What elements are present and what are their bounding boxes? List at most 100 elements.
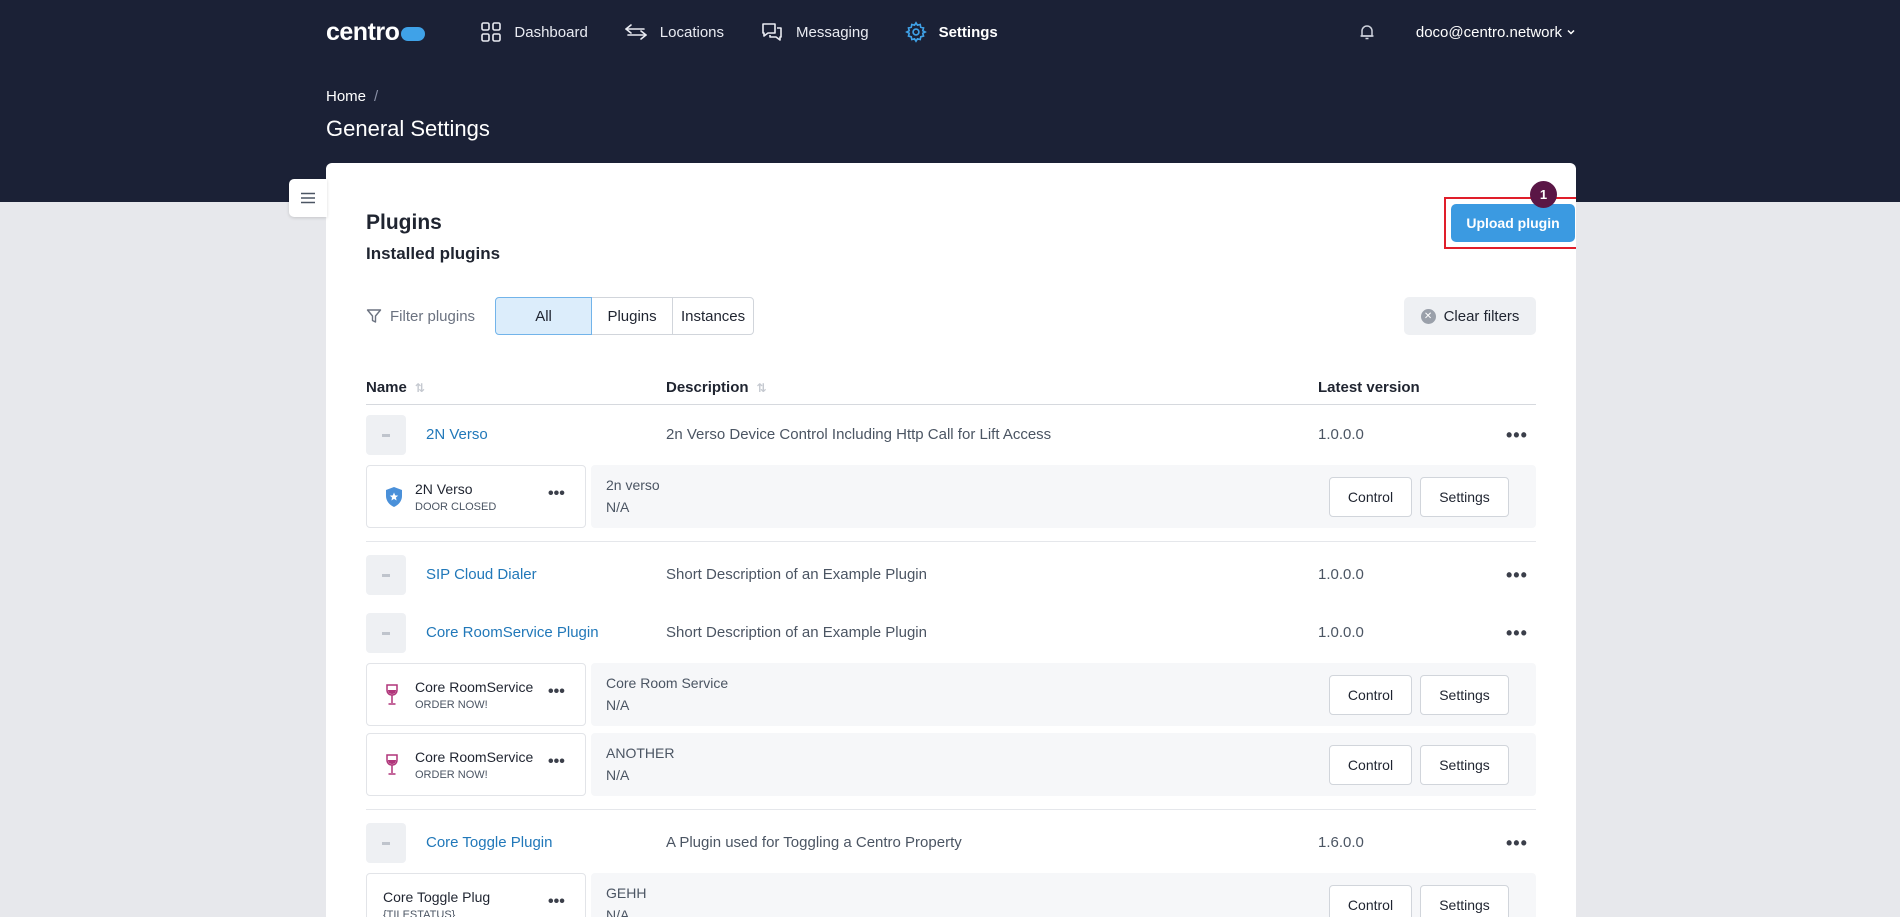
plugin-version: 1.0.0.0	[1318, 624, 1364, 641]
hamburger-menu-icon	[301, 192, 315, 204]
plugins-card: Plugins Installed plugins Upload plugin …	[326, 163, 1576, 917]
top-nav: centro Dashboard Locations Messaging Set…	[326, 0, 1576, 64]
control-button[interactable]: Control	[1329, 745, 1412, 785]
step-badge: 1	[1530, 181, 1557, 208]
filter-plugins[interactable]: Plugins	[591, 297, 674, 335]
clear-filters-button[interactable]: ✕ Clear filters	[1404, 297, 1536, 335]
divider	[366, 809, 1536, 810]
more-options-icon[interactable]: •••	[548, 753, 565, 771]
logo-pill-icon	[401, 26, 426, 41]
instance-details: Core Room Service N/A Control Settings	[591, 663, 1536, 726]
more-options-icon[interactable]: •••	[1506, 565, 1528, 586]
instance-card[interactable]: 2N Verso DOOR CLOSED •••	[366, 465, 586, 528]
settings-button[interactable]: Settings	[1420, 885, 1509, 917]
settings-button[interactable]: Settings	[1420, 477, 1509, 517]
more-options-icon[interactable]: •••	[548, 893, 565, 911]
instance-line1: 2n verso	[606, 477, 660, 493]
column-name-label: Name	[366, 379, 407, 396]
breadcrumb-separator: /	[374, 88, 379, 105]
instance-card[interactable]: Core RoomService ORDER NOW! •••	[366, 663, 586, 726]
instance-row: Core Toggle Plug {TILESTATUS} ••• GEHH N…	[366, 873, 1536, 917]
control-button[interactable]: Control	[1329, 885, 1412, 917]
nav-item-dashboard[interactable]: Dashboard	[480, 21, 588, 43]
more-options-icon[interactable]: •••	[548, 683, 565, 701]
table-row: 2N Verso 2n Verso Device Control Includi…	[366, 415, 1536, 455]
instance-row: Core RoomService ORDER NOW! ••• Core Roo…	[366, 663, 1536, 726]
column-description-label: Description	[666, 379, 749, 396]
settings-button[interactable]: Settings	[1420, 745, 1509, 785]
instance-line1: Core Room Service	[606, 675, 729, 691]
logo-text: centro	[326, 17, 400, 46]
plugin-version: 1.0.0.0	[1318, 426, 1364, 443]
upload-highlight: Upload plugin	[1444, 197, 1576, 249]
arrows-exchange-icon	[624, 24, 647, 40]
wine-glass-icon	[386, 684, 398, 705]
control-button[interactable]: Control	[1329, 675, 1412, 715]
instance-line2: N/A	[606, 499, 630, 515]
filter-all[interactable]: All	[495, 297, 593, 335]
plugin-version: 1.6.0.0	[1318, 834, 1364, 851]
page-title: General Settings	[326, 116, 490, 141]
column-name[interactable]: Name ⇅	[366, 379, 425, 396]
breadcrumb: Home /	[326, 88, 378, 105]
instance-card[interactable]: Core RoomService ORDER NOW! •••	[366, 733, 586, 796]
plugin-name-link[interactable]: Core RoomService Plugin	[426, 624, 599, 641]
plugin-description: Short Description of an Example Plugin	[666, 624, 927, 641]
plugin-name-link[interactable]: 2N Verso	[426, 426, 488, 443]
breadcrumb-home[interactable]: Home	[326, 88, 366, 105]
plugin-placeholder-icon	[366, 823, 406, 863]
divider	[366, 541, 1536, 542]
table-row: SIP Cloud Dialer Short Description of an…	[366, 555, 1536, 595]
centro-logo[interactable]: centro	[326, 17, 426, 47]
more-options-icon[interactable]: •••	[1506, 425, 1528, 446]
control-button[interactable]: Control	[1329, 477, 1412, 517]
bell-icon[interactable]	[1358, 23, 1376, 41]
instance-status: ORDER NOW!	[415, 769, 488, 781]
filter-row: Filter plugins All Plugins Instances ✕ C…	[366, 297, 1536, 335]
plugin-description: Short Description of an Example Plugin	[666, 566, 927, 583]
more-options-icon[interactable]: •••	[1506, 623, 1528, 644]
instance-line2: N/A	[606, 907, 630, 917]
plugin-name-link[interactable]: SIP Cloud Dialer	[426, 566, 537, 583]
sort-icon: ⇅	[414, 380, 425, 395]
clear-x-icon: ✕	[1420, 308, 1436, 324]
plugin-name-link[interactable]: Core Toggle Plugin	[426, 834, 552, 851]
user-menu[interactable]: doco@centro.network	[1416, 24, 1576, 41]
instance-line2: N/A	[606, 767, 630, 783]
more-options-icon[interactable]: •••	[1506, 833, 1528, 854]
nav-item-locations[interactable]: Locations	[624, 21, 724, 43]
plugin-placeholder-icon	[366, 555, 406, 595]
clear-filters-label: Clear filters	[1443, 307, 1520, 325]
nav-label: Locations	[659, 23, 725, 41]
filter-label: Filter plugins	[366, 308, 475, 325]
sort-icon: ⇅	[756, 380, 767, 395]
upload-plugin-button[interactable]: Upload plugin	[1451, 204, 1575, 242]
instance-details: ANOTHER N/A Control Settings	[591, 733, 1536, 796]
gear-icon	[904, 21, 927, 43]
filter-instances[interactable]: Instances	[672, 297, 755, 335]
wine-glass-icon	[386, 754, 398, 775]
nav-item-messaging[interactable]: Messaging	[760, 21, 869, 43]
instance-card[interactable]: Core Toggle Plug {TILESTATUS} •••	[366, 873, 586, 917]
sidebar-toggle-button[interactable]	[289, 179, 327, 217]
instance-details: 2n verso N/A Control Settings	[591, 465, 1536, 528]
filter-text: Filter plugins	[390, 307, 476, 325]
plugin-version: 1.0.0.0	[1318, 566, 1364, 583]
filter-segment: All Plugins Instances	[495, 297, 755, 335]
dashboard-grid-icon	[481, 22, 502, 42]
instance-line1: GEHH	[606, 885, 647, 901]
table-row: Core Toggle Plugin A Plugin used for Tog…	[366, 823, 1536, 863]
nav-item-settings[interactable]: Settings	[904, 21, 998, 43]
table-header: Name ⇅ Description ⇅ Latest version	[366, 375, 1536, 405]
filter-funnel-icon	[366, 309, 382, 323]
chevron-down-icon	[1567, 29, 1575, 35]
more-options-icon[interactable]: •••	[548, 485, 565, 503]
plugin-placeholder-icon	[366, 613, 406, 653]
instance-status: ORDER NOW!	[415, 699, 488, 711]
instance-line1: ANOTHER	[606, 745, 675, 761]
instance-title: Core RoomService	[415, 749, 534, 765]
column-description[interactable]: Description ⇅	[666, 379, 767, 396]
instance-title: Core RoomService	[415, 679, 534, 695]
installed-plugins-heading: Installed plugins	[366, 244, 501, 263]
settings-button[interactable]: Settings	[1420, 675, 1509, 715]
